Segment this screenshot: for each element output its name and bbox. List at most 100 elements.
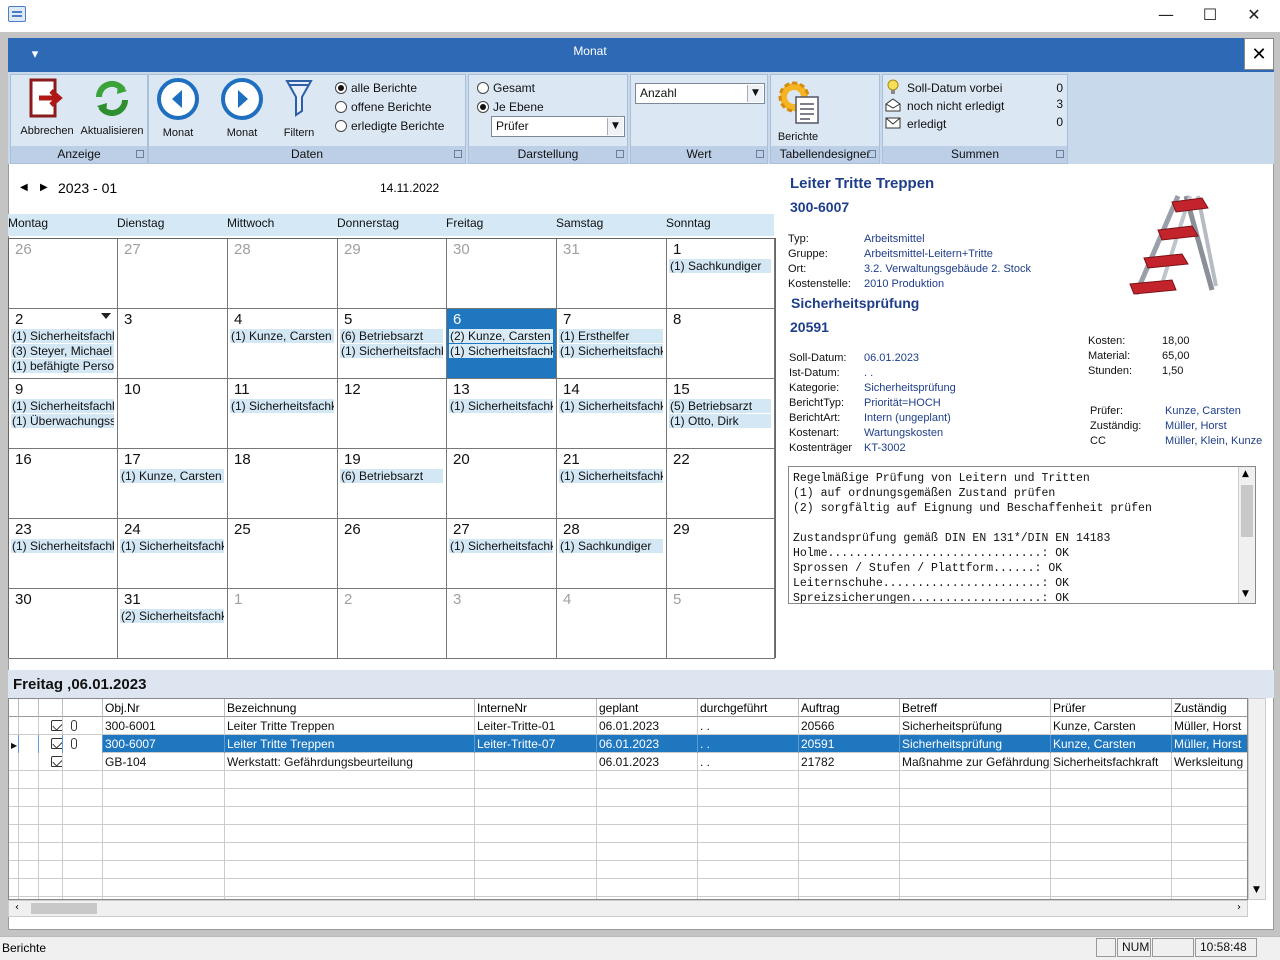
table-row[interactable]: 300-6001 Leiter Tritte Treppen Leiter-Trit…: [9, 717, 1247, 735]
calendar-day-cell[interactable]: 2: [338, 589, 447, 659]
mdi-close-button[interactable]: ✕: [1244, 38, 1274, 70]
aktualisieren-button[interactable]: Aktualisieren: [79, 77, 145, 137]
calendar-day-cell[interactable]: 12: [338, 379, 447, 449]
grid-column-header[interactable]: Obj.Nr: [103, 699, 225, 717]
radio-offene-berichte[interactable]: offene Berichte: [335, 100, 432, 114]
calendar-event[interactable]: (1) Sicherheitsfachkraft: [449, 399, 553, 413]
scroll-left-icon[interactable]: ‹: [15, 902, 19, 913]
calendar-event[interactable]: (1) Sicherheitsfachkraft: [11, 329, 114, 343]
calendar-day-cell[interactable]: 14(1) Sicherheitsfachkraft: [557, 379, 667, 449]
notes-textarea[interactable]: Regelmäßige Prüfung von Leitern und Trit…: [788, 466, 1256, 604]
table-row[interactable]: [9, 879, 1247, 897]
calendar-day-cell[interactable]: 5(6) Betriebsarzt(1) Sicherheitsfachkraf…: [338, 309, 447, 379]
radio-gesamt[interactable]: Gesamt: [477, 81, 535, 95]
radio-je-ebene[interactable]: Je Ebene: [477, 100, 544, 114]
minimize-button[interactable]: —: [1146, 4, 1186, 26]
calendar-event[interactable]: (1) Sicherheitsfachkraft: [449, 539, 553, 553]
calendar-day-cell[interactable]: 4: [557, 589, 667, 659]
radio-alle-berichte[interactable]: alle Berichte: [335, 81, 417, 95]
dialog-launcher-icon[interactable]: [454, 150, 462, 158]
dialog-launcher-icon[interactable]: [616, 150, 624, 158]
calendar-day-cell[interactable]: 24(1) Sicherheitsfachkraft: [118, 519, 228, 589]
calendar-day-cell[interactable]: 18: [228, 449, 338, 519]
cal-next-icon[interactable]: ▶: [40, 182, 48, 193]
grid-column-header[interactable]: [9, 699, 19, 717]
scroll-down-icon[interactable]: ▼: [1253, 885, 1260, 895]
calendar-event[interactable]: (1) Sicherheitsfachkraft: [559, 469, 663, 483]
table-row[interactable]: ▶ 300-6007 Leiter Tritte Treppen Leiter-Tri…: [9, 735, 1247, 753]
calendar-day-cell[interactable]: 7(1) Ersthelfer(1) Sicherheitsfachkraft: [557, 309, 667, 379]
grid-column-header[interactable]: Betreff: [900, 699, 1051, 717]
calendar-event[interactable]: (5) Betriebsarzt: [669, 399, 771, 413]
calendar-day-cell[interactable]: 27(1) Sicherheitsfachkraft: [447, 519, 557, 589]
grid-column-header[interactable]: Prüfer: [1051, 699, 1172, 717]
value-combo[interactable]: Anzahl ▼: [635, 83, 765, 104]
scroll-up-icon[interactable]: ▲: [1242, 469, 1249, 479]
calendar-day-cell[interactable]: 11(1) Sicherheitsfachkraft: [228, 379, 338, 449]
calendar-event[interactable]: (1) Sicherheitsfachkraft: [559, 344, 663, 358]
table-row[interactable]: [9, 789, 1247, 807]
calendar-day-cell[interactable]: 23(1) Sicherheitsfachkraft: [9, 519, 118, 589]
chevron-down-icon[interactable]: ▼: [747, 85, 763, 102]
table-row[interactable]: [9, 771, 1247, 789]
window-close-button[interactable]: ✕: [1234, 4, 1274, 26]
calendar-day-cell[interactable]: 31: [557, 239, 667, 309]
calendar-day-cell[interactable]: 5: [667, 589, 775, 659]
calendar-event[interactable]: (6) Betriebsarzt: [340, 329, 443, 343]
scroll-right-icon[interactable]: ›: [1237, 902, 1241, 913]
calendar-day-cell[interactable]: 1 (1) Sachkundiger: [667, 239, 775, 309]
calendar-event[interactable]: (1) Otto, Dirk: [669, 414, 771, 428]
calendar-event[interactable]: (6) Betriebsarzt: [340, 469, 443, 483]
dialog-launcher-icon[interactable]: [1056, 150, 1064, 158]
calendar-day-cell[interactable]: 17 (1) Kunze, Carsten: [118, 449, 228, 519]
grid-column-header[interactable]: InterneNr: [475, 699, 597, 717]
calendar-day-cell[interactable]: 8: [667, 309, 775, 379]
calendar-event[interactable]: (1) Ersthelfer: [559, 329, 663, 343]
abbrechen-button[interactable]: Abbrechen: [15, 77, 79, 137]
berichte-button[interactable]: Berichte: [773, 75, 823, 143]
grid-column-header[interactable]: [19, 699, 39, 717]
table-row[interactable]: GB-104 Werkstatt: Gefährdungsbeurteilung 0…: [9, 753, 1247, 771]
table-row[interactable]: [9, 825, 1247, 843]
calendar-day-cell[interactable]: 20: [447, 449, 557, 519]
calendar-day-cell[interactable]: 6(2) Kunze, Carsten(1) Sicherheitsfachkr…: [447, 309, 557, 379]
calendar-event[interactable]: (1) Überwachungsstelle: [11, 414, 114, 428]
calendar-day-cell[interactable]: 29: [667, 519, 775, 589]
calendar-day-cell[interactable]: 29: [338, 239, 447, 309]
monat-prev-button[interactable]: Monat: [155, 77, 201, 139]
calendar-day-cell[interactable]: 30: [447, 239, 557, 309]
calendar-event[interactable]: (1) Sicherheitsfachkraft: [449, 344, 553, 358]
calendar-event[interactable]: (1) Sicherheitsfachkraft: [120, 539, 224, 553]
calendar-event[interactable]: (1) Sicherheitsfachkraft: [230, 399, 334, 413]
calendar-event[interactable]: (1) Sicherheitsfachkraft: [11, 399, 114, 413]
calendar-day-cell[interactable]: 21(1) Sicherheitsfachkraft: [557, 449, 667, 519]
calendar-event[interactable]: (2) Sicherheitsfachkraft: [120, 609, 224, 623]
calendar-day-cell[interactable]: 28 (1) Sachkundiger: [557, 519, 667, 589]
level-combo[interactable]: Prüfer ▼: [491, 116, 625, 137]
calendar-day-cell[interactable]: 3: [118, 309, 228, 379]
chevron-down-icon[interactable]: [101, 313, 111, 319]
grid-horizontal-scrollbar[interactable]: ‹ ›: [8, 900, 1248, 917]
calendar-day-cell[interactable]: 25: [228, 519, 338, 589]
calendar-event[interactable]: (2) Kunze, Carsten: [449, 329, 553, 343]
calendar-day-cell[interactable]: 1: [228, 589, 338, 659]
grid-column-header[interactable]: [39, 699, 63, 717]
calendar-day-cell[interactable]: 10: [118, 379, 228, 449]
filtern-button[interactable]: Filtern: [277, 77, 321, 139]
chevron-down-icon[interactable]: ▼: [607, 118, 623, 135]
dialog-launcher-icon[interactable]: [756, 150, 764, 158]
calendar-day-cell[interactable]: 3: [447, 589, 557, 659]
calendar-day-cell[interactable]: 28: [228, 239, 338, 309]
dialog-launcher-icon[interactable]: [868, 150, 876, 158]
calendar-day-cell[interactable]: 16: [9, 449, 118, 519]
maximize-button[interactable]: ☐: [1190, 4, 1230, 26]
calendar-event[interactable]: (1) Kunze, Carsten: [120, 469, 224, 483]
grid-column-header[interactable]: Zuständig: [1172, 699, 1247, 717]
grid-column-header[interactable]: Bezeichnung: [225, 699, 475, 717]
calendar-event[interactable]: (1) befähigte Person: [11, 359, 114, 373]
calendar-event[interactable]: (1) Sachkundiger: [669, 259, 771, 273]
scroll-down-icon[interactable]: ▼: [1242, 589, 1249, 599]
calendar-day-cell[interactable]: 26: [9, 239, 118, 309]
calendar-day-cell[interactable]: 4 (1) Kunze, Carsten: [228, 309, 338, 379]
calendar-day-cell[interactable]: 27: [118, 239, 228, 309]
